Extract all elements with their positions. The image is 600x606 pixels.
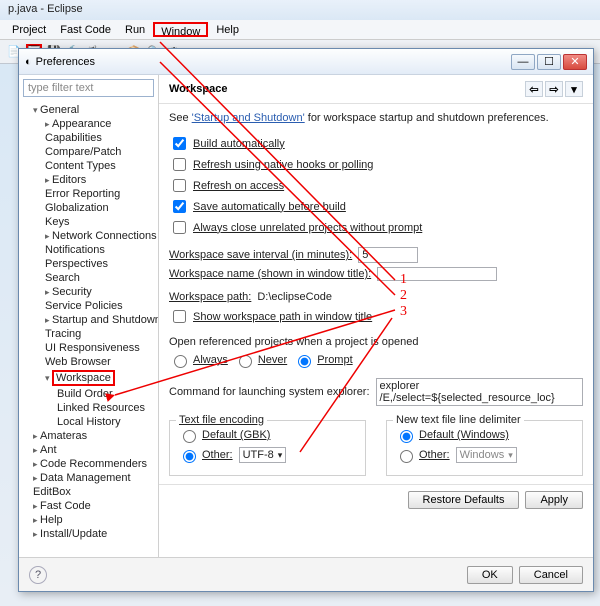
tree-item[interactable]: Code Recommenders	[25, 457, 158, 471]
annotation-2: 2	[400, 288, 407, 304]
maximize-button[interactable]: ☐	[537, 54, 561, 70]
eclipse-window: p.java - Eclipse Project Fast Code Run W…	[0, 0, 600, 606]
save-auto-checkbox[interactable]: Save automatically before build	[169, 197, 583, 216]
see-text: See 'Startup and Shutdown' for workspace…	[169, 112, 583, 124]
tree-item[interactable]: UI Responsiveness	[25, 341, 158, 355]
menu-bar: Project Fast Code Run Window Help	[0, 20, 600, 40]
close-unrelated-checkbox[interactable]: Always close unrelated projects without …	[169, 218, 583, 237]
menu-fastcode[interactable]: Fast Code	[54, 22, 117, 37]
interval-input[interactable]: 5	[358, 247, 418, 263]
dialog-title: Preferences	[36, 56, 509, 68]
open-ref-label: Open referenced projects when a project …	[169, 336, 583, 348]
tree-item[interactable]: Local History	[25, 415, 158, 429]
refresh-hooks-checkbox[interactable]: Refresh using native hooks or polling	[169, 155, 583, 174]
tree-item[interactable]: Security	[25, 285, 158, 299]
back-icon: ⇦	[529, 83, 538, 96]
apply-button[interactable]: Apply	[525, 491, 583, 509]
delim-other-radio[interactable]: Other:	[395, 447, 450, 463]
tree-item[interactable]: Tracing	[25, 327, 158, 341]
tree-workspace[interactable]: Workspace	[25, 369, 158, 387]
tree-item[interactable]: Web Browser	[25, 355, 158, 369]
wsname-label: Workspace name (shown in window title):	[169, 268, 371, 280]
delim-other-combo[interactable]: Windows	[456, 447, 517, 463]
show-path-checkbox[interactable]: Show workspace path in window title	[169, 307, 583, 326]
tree-item[interactable]: Editors	[25, 173, 158, 187]
tree-item[interactable]: Keys	[25, 215, 158, 229]
prompt-radio[interactable]: Prompt	[293, 352, 352, 368]
tree-item[interactable]: Amateras	[25, 429, 158, 443]
enc-other-combo[interactable]: UTF-8	[239, 447, 287, 463]
delim-default-radio[interactable]: Default (Windows)	[395, 427, 574, 443]
tree-item[interactable]: EditBox	[25, 485, 158, 499]
tree-item[interactable]: Build Order	[25, 387, 158, 401]
menu-run[interactable]: Run	[119, 22, 151, 37]
tree-item[interactable]: Install/Update	[25, 527, 158, 541]
restore-defaults-button[interactable]: Restore Defaults	[408, 491, 520, 509]
tree-item[interactable]: Startup and Shutdown	[25, 313, 158, 327]
tree-item[interactable]: Network Connections	[25, 229, 158, 243]
never-radio[interactable]: Never	[234, 352, 287, 368]
delimiter-group: New text file line delimiter Default (Wi…	[386, 420, 583, 476]
enc-default-radio[interactable]: Default (GBK)	[178, 427, 357, 443]
build-auto-checkbox[interactable]: Build automatically	[169, 134, 583, 153]
tree-item[interactable]: Compare/Patch	[25, 145, 158, 159]
tree-item[interactable]: Linked Resources	[25, 401, 158, 415]
tree-item[interactable]: Notifications	[25, 243, 158, 257]
forward-icon: ⇨	[549, 83, 558, 96]
always-radio[interactable]: Always	[169, 352, 228, 368]
menu-help[interactable]: Help	[210, 22, 245, 37]
tree-item[interactable]: Perspectives	[25, 257, 158, 271]
main-title: p.java - Eclipse	[0, 0, 600, 20]
tree-item[interactable]: Globalization	[25, 201, 158, 215]
enc-other-radio[interactable]: Other:	[178, 447, 233, 463]
annotation-1: 1	[400, 272, 407, 288]
tree-item[interactable]: Ant	[25, 443, 158, 457]
wspath-value: D:\eclipseCode	[257, 291, 332, 303]
annotation-3: 3	[400, 304, 407, 320]
tree-item[interactable]: Appearance	[25, 117, 158, 131]
close-button[interactable]: ✕	[563, 54, 587, 70]
menu-window[interactable]: Window	[153, 22, 208, 37]
tree-item[interactable]: Fast Code	[25, 499, 158, 513]
menu-button[interactable]: ▾	[565, 81, 583, 97]
ok-button[interactable]: OK	[467, 566, 513, 584]
page-title: Workspace	[169, 83, 228, 95]
eclipse-icon: ◐	[25, 56, 32, 68]
back-button[interactable]: ⇦	[525, 81, 543, 97]
forward-button[interactable]: ⇨	[545, 81, 563, 97]
preferences-tree: type filter text General Appearance Capa…	[19, 75, 159, 557]
tree-item[interactable]: Data Management	[25, 471, 158, 485]
preferences-content: Workspace ⇦ ⇨ ▾ See 'Startup and Shutdow…	[159, 75, 593, 557]
filter-input[interactable]: type filter text	[23, 79, 154, 97]
tree-item[interactable]: Capabilities	[25, 131, 158, 145]
interval-label: Workspace save interval (in minutes):	[169, 249, 352, 261]
tree-general[interactable]: General	[25, 103, 158, 117]
wspath-label: Workspace path:	[169, 291, 251, 303]
cancel-button[interactable]: Cancel	[519, 566, 583, 584]
preferences-dialog: ◐ Preferences — ☐ ✕ type filter text Gen…	[18, 48, 594, 592]
cmd-input[interactable]: explorer /E,/select=${selected_resource_…	[376, 378, 583, 406]
wsname-input[interactable]	[377, 267, 497, 281]
tree-item[interactable]: Search	[25, 271, 158, 285]
startup-shutdown-link[interactable]: 'Startup and Shutdown'	[192, 112, 305, 124]
menu-icon: ▾	[571, 83, 577, 96]
tree-item[interactable]: Content Types	[25, 159, 158, 173]
tree-item[interactable]: Error Reporting	[25, 187, 158, 201]
menu-project[interactable]: Project	[6, 22, 52, 37]
cmd-label: Command for launching system explorer:	[169, 386, 370, 398]
help-button[interactable]: ?	[29, 566, 47, 584]
minimize-button[interactable]: —	[511, 54, 535, 70]
dialog-titlebar: ◐ Preferences — ☐ ✕	[19, 49, 593, 75]
tree-item[interactable]: Service Policies	[25, 299, 158, 313]
refresh-access-checkbox[interactable]: Refresh on access	[169, 176, 583, 195]
tree-item[interactable]: Help	[25, 513, 158, 527]
encoding-group: Text file encoding Default (GBK) Other: …	[169, 420, 366, 476]
